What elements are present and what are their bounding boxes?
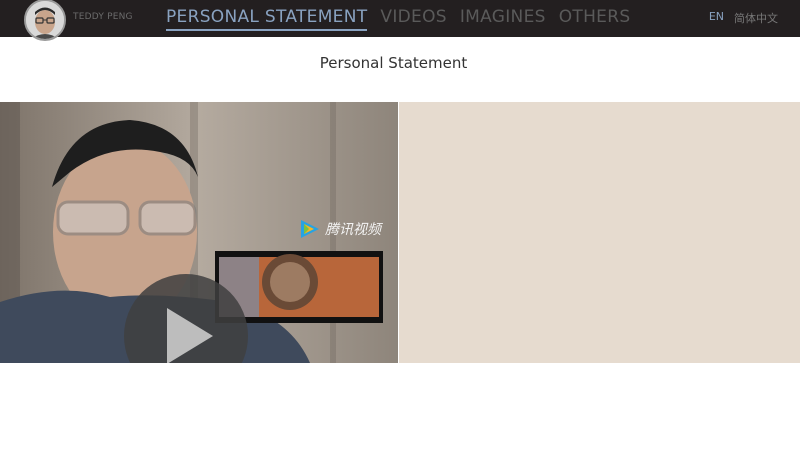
tencent-video-watermark: 腾讯视频 — [298, 218, 381, 240]
play-icon — [167, 308, 213, 363]
top-navigation-bar: TEDDY PENG PERSONAL STATEMENT VIDEOS IMA… — [0, 0, 800, 41]
nav-imagines[interactable]: IMAGINES — [460, 7, 546, 31]
video-player[interactable]: 腾讯视频 — [0, 102, 398, 363]
lang-zh-link[interactable]: 简体中文 — [734, 10, 778, 26]
side-panel — [399, 102, 800, 363]
nav-videos[interactable]: VIDEOS — [380, 7, 446, 31]
avatar[interactable] — [24, 0, 66, 41]
language-switcher: EN 简体中文 — [709, 10, 778, 26]
site-name[interactable]: TEDDY PENG — [73, 12, 133, 22]
tencent-video-logo-icon — [301, 220, 319, 238]
main-nav: PERSONAL STATEMENT VIDEOS IMAGINES OTHER… — [166, 7, 630, 31]
watermark-text: 腾讯视频 — [325, 222, 381, 238]
nav-others[interactable]: OTHERS — [559, 7, 631, 31]
lang-en-link[interactable]: EN — [709, 10, 724, 26]
page-title: Personal Statement — [319, 54, 468, 72]
nav-personal-statement[interactable]: PERSONAL STATEMENT — [166, 7, 368, 31]
